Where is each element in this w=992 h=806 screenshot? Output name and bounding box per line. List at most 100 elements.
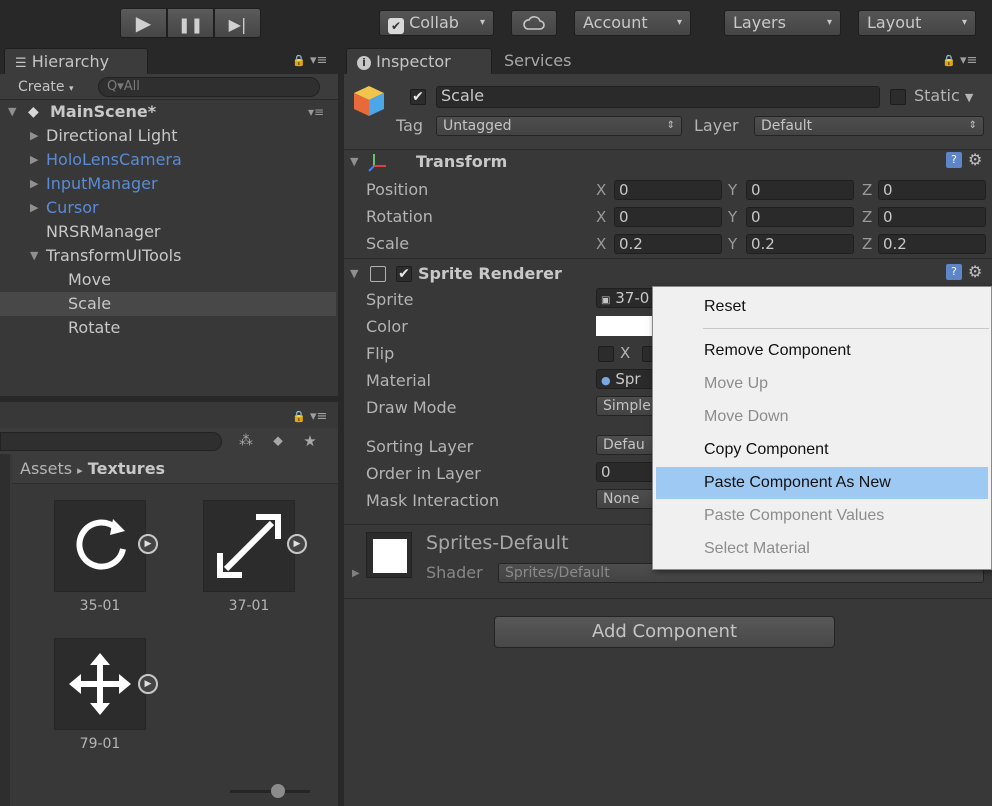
menu-item-move-up[interactable]: Move Up <box>656 368 988 400</box>
hierarchy-item[interactable]: NRSRManager <box>0 220 336 244</box>
menu-item-select-material[interactable]: Select Material <box>656 533 988 565</box>
lock-icon[interactable]: 🔒 <box>292 410 306 423</box>
mask-interaction-dropdown[interactable]: None <box>596 489 656 509</box>
cloud-button[interactable] <box>511 10 557 36</box>
menu-item-copy-component[interactable]: Copy Component <box>656 434 988 466</box>
material-field[interactable]: ● Spr <box>596 369 656 389</box>
object-name-field[interactable]: Scale <box>436 86 880 108</box>
hierarchy-item-label: Directional Light <box>46 126 178 145</box>
hierarchy-item[interactable]: ▼ TransformUITools <box>0 244 336 268</box>
panel-menu-icon[interactable]: ▾≡ <box>310 53 327 68</box>
collab-dropdown[interactable]: ✔ Collab ▾ <box>379 10 494 36</box>
scale-x-field[interactable]: 0.2 <box>614 234 722 254</box>
scale-y-field[interactable]: 0.2 <box>746 234 854 254</box>
create-dropdown[interactable]: Create ▾ <box>8 77 90 97</box>
hierarchy-item[interactable]: ▶ InputManager <box>0 172 336 196</box>
expand-asset-icon[interactable]: ▶ <box>138 534 158 554</box>
panel-menu-icon[interactable]: ▾≡ <box>960 53 977 68</box>
move-arrows-icon <box>69 653 131 715</box>
hierarchy-item[interactable]: ▶ HoloLensCamera <box>0 148 336 172</box>
active-checkbox[interactable]: ✔ <box>410 89 426 105</box>
breadcrumb-current[interactable]: Textures <box>88 459 165 478</box>
menu-item-reset[interactable]: Reset <box>656 291 988 323</box>
add-component-button[interactable]: Add Component <box>494 616 835 648</box>
hierarchy-item-label: HoloLensCamera <box>46 150 182 169</box>
axis-x-label: X <box>596 208 607 226</box>
hierarchy-item-label: Rotate <box>68 318 121 337</box>
zoom-slider-track[interactable] <box>230 790 310 793</box>
asset-thumbnail[interactable] <box>54 638 146 730</box>
layer-value: Default <box>761 118 813 134</box>
menu-item-move-down[interactable]: Move Down <box>656 401 988 433</box>
triangle-right-icon[interactable]: ▶ <box>352 568 360 579</box>
expand-asset-icon[interactable]: ▶ <box>287 534 307 554</box>
tag-icon[interactable]: ⬥ <box>264 430 292 452</box>
pause-button[interactable]: ❚❚ <box>167 8 214 38</box>
breadcrumb-root[interactable]: Assets <box>20 459 72 478</box>
account-dropdown[interactable]: Account ▾ <box>574 10 691 36</box>
sprite-field[interactable]: ▣ 37-0 <box>596 288 656 308</box>
lock-icon[interactable]: 🔒 <box>292 54 306 67</box>
help-book-icon[interactable]: ? <box>946 264 962 280</box>
asset-thumbnail[interactable] <box>54 500 146 592</box>
gear-icon[interactable]: ⚙ <box>968 150 982 169</box>
hierarchy-item-selected[interactable]: Scale <box>0 292 336 316</box>
menu-item-paste-component-values[interactable]: Paste Component Values <box>656 500 988 532</box>
zoom-slider-thumb[interactable] <box>271 784 285 798</box>
position-y-field[interactable]: 0 <box>746 180 854 200</box>
layers-label: Layers <box>733 13 786 32</box>
layers-dropdown[interactable]: Layers ▾ <box>724 10 841 36</box>
tag-dropdown[interactable]: Untagged ⇕ <box>436 116 682 136</box>
star-icon[interactable]: ★ <box>296 430 324 452</box>
triangle-down-icon[interactable]: ▼ <box>350 155 358 168</box>
lock-icon[interactable]: 🔒 <box>942 54 956 67</box>
create-label: Create <box>18 79 65 95</box>
tab-services[interactable]: Services <box>494 48 604 74</box>
triangle-down-icon[interactable]: ▼ <box>350 267 358 280</box>
draw-mode-label: Draw Mode <box>366 398 457 417</box>
hierarchy-item[interactable]: Rotate <box>0 316 336 340</box>
scene-row[interactable]: ▼ ◆ MainScene* ▾≡ <box>0 100 336 124</box>
static-checkbox[interactable] <box>890 89 906 105</box>
tab-inspector[interactable]: i Inspector <box>346 48 492 74</box>
order-in-layer-field[interactable]: 0 <box>596 462 656 482</box>
field-value: 0 <box>619 181 629 199</box>
menu-item-paste-component-as-new[interactable]: Paste Component As New <box>656 467 988 499</box>
help-book-icon[interactable]: ? <box>946 152 962 168</box>
chevron-down-icon: ▼ <box>964 91 974 104</box>
gear-icon[interactable]: ⚙ <box>968 262 982 281</box>
menu-item-remove-component[interactable]: Remove Component <box>656 335 988 367</box>
layout-dropdown[interactable]: Layout ▾ <box>858 10 976 36</box>
flip-x-checkbox[interactable] <box>598 346 614 362</box>
static-dropdown[interactable]: Static ▼ <box>914 86 973 105</box>
filter-type-icon[interactable]: ⁂ <box>232 430 260 452</box>
sorting-layer-dropdown[interactable]: Defau <box>596 435 656 455</box>
scale-z-field[interactable]: 0.2 <box>878 234 986 254</box>
rotation-z-field[interactable]: 0 <box>878 207 986 227</box>
menu-item-label: Select Material <box>704 540 810 557</box>
scene-menu-icon[interactable]: ▾≡ <box>308 100 324 124</box>
hierarchy-item[interactable]: ▶ Directional Light <box>0 124 336 148</box>
panel-menu-icon[interactable]: ▾≡ <box>310 409 327 424</box>
rotation-x-field[interactable]: 0 <box>614 207 722 227</box>
rotation-y-field[interactable]: 0 <box>746 207 854 227</box>
play-button[interactable]: ▶ <box>120 8 167 38</box>
breadcrumb-separator: ▸ <box>77 464 83 477</box>
layer-dropdown[interactable]: Default ⇕ <box>754 116 984 136</box>
draw-mode-dropdown[interactable]: Simple <box>596 396 656 416</box>
position-z-field[interactable]: 0 <box>878 180 986 200</box>
expand-asset-icon[interactable]: ▶ <box>138 674 158 694</box>
asset-thumbnail[interactable] <box>203 500 295 592</box>
project-search-input[interactable] <box>0 432 222 451</box>
position-x-field[interactable]: 0 <box>614 180 722 200</box>
hierarchy-search-input[interactable]: Q▾All <box>98 77 320 97</box>
shader-label: Shader <box>426 563 483 582</box>
tab-hierarchy[interactable]: ☰ Hierarchy <box>4 48 148 74</box>
hierarchy-item[interactable]: ▶ Cursor <box>0 196 336 220</box>
step-button[interactable]: ▶| <box>214 8 261 38</box>
asset-label: 79-01 <box>79 736 121 752</box>
sprite-renderer-enabled-checkbox[interactable]: ✔ <box>396 266 412 282</box>
color-swatch[interactable] <box>596 316 656 336</box>
hierarchy-item[interactable]: Move <box>0 268 336 292</box>
breadcrumb: Assets ▸ Textures <box>12 454 338 484</box>
